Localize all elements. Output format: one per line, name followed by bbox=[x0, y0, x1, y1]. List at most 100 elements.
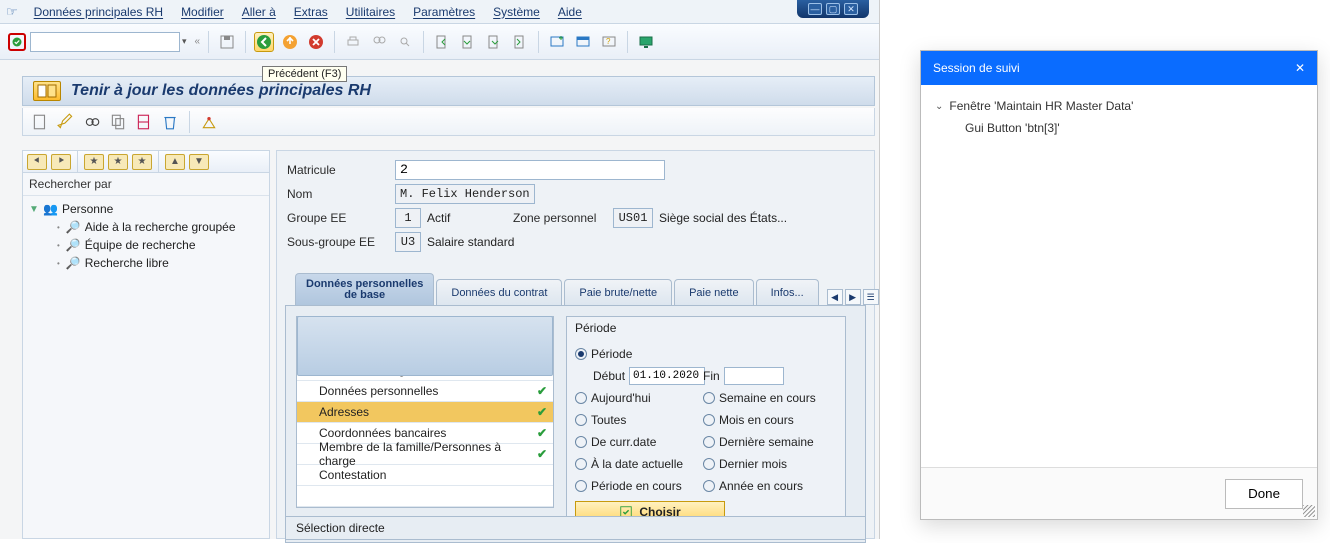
sb-up[interactable]: ▲ bbox=[165, 154, 185, 170]
close-icon[interactable]: ✕ bbox=[1295, 61, 1305, 75]
period-radio[interactable] bbox=[575, 480, 587, 492]
tracker-node[interactable]: ⌄ Fenêtre 'Maintain HR Master Data' bbox=[935, 95, 1303, 117]
find-icon[interactable] bbox=[369, 32, 389, 52]
sb-fav1[interactable]: ★ bbox=[84, 154, 104, 170]
binoculars-icon: 🔎 bbox=[66, 238, 81, 252]
find-next-icon[interactable] bbox=[395, 32, 415, 52]
matricule-input[interactable] bbox=[395, 160, 665, 180]
eesub-code: U3 bbox=[395, 232, 421, 252]
sidebar-toolbar: ⯇ ⯈ ★ ★ ★ ▲ ▼ bbox=[23, 151, 269, 173]
debut-input[interactable] bbox=[629, 367, 705, 385]
eegroup-label: Groupe EE bbox=[287, 211, 395, 225]
menu-item[interactable]: Système bbox=[491, 3, 542, 21]
period-radio[interactable] bbox=[703, 392, 715, 404]
menu-item[interactable]: Aller à bbox=[240, 3, 278, 21]
screen-icon[interactable] bbox=[636, 32, 656, 52]
copy-icon[interactable] bbox=[109, 113, 127, 131]
tab-list[interactable]: ☰ bbox=[863, 289, 879, 305]
tree-item[interactable]: •🔎Aide à la recherche groupée bbox=[29, 218, 263, 236]
name-value: M. Felix Henderson bbox=[395, 184, 535, 204]
table-row[interactable]: Données personnelles✔ bbox=[297, 381, 553, 402]
search-by-label: Rechercher par bbox=[23, 173, 269, 196]
period-radio[interactable] bbox=[575, 392, 587, 404]
sb-fav2[interactable]: ★ bbox=[108, 154, 128, 170]
tree-item[interactable]: •🔎Recherche libre bbox=[29, 254, 263, 272]
tab-basic-personal[interactable]: Données personnelles de base bbox=[295, 273, 434, 305]
overview-icon[interactable] bbox=[200, 113, 218, 131]
prev-page-icon[interactable] bbox=[458, 32, 478, 52]
period-radio[interactable] bbox=[703, 414, 715, 426]
period-radio[interactable] bbox=[575, 458, 587, 470]
tab-net[interactable]: Paie nette bbox=[674, 279, 754, 305]
tab-label: Données personnelles bbox=[306, 279, 423, 290]
collapse-icon[interactable]: ▼ bbox=[29, 204, 39, 215]
cancel-button[interactable] bbox=[306, 32, 326, 52]
delete-icon[interactable] bbox=[161, 113, 179, 131]
period-radio[interactable] bbox=[575, 414, 587, 426]
enter-icon[interactable] bbox=[8, 33, 26, 51]
menu-item[interactable]: Données principales RH bbox=[32, 3, 165, 21]
edit-icon[interactable] bbox=[57, 113, 75, 131]
menu-item[interactable]: Aide bbox=[556, 3, 584, 21]
sb-fav3[interactable]: ★ bbox=[132, 154, 152, 170]
search-sidebar: ⯇ ⯈ ★ ★ ★ ▲ ▼ Rechercher par ▼ 👥 Personn… bbox=[22, 150, 270, 539]
next-page-icon[interactable] bbox=[484, 32, 504, 52]
back-button[interactable] bbox=[254, 32, 274, 52]
tracking-title: Session de suivi bbox=[933, 61, 1020, 75]
chevron-down-icon[interactable]: ⌄ bbox=[935, 101, 943, 112]
maximize-button[interactable]: ▢ bbox=[826, 3, 840, 15]
tab-contract[interactable]: Données du contrat bbox=[436, 279, 562, 305]
tracker-leaf[interactable]: Gui Button 'btn[3]' bbox=[935, 117, 1303, 139]
radio-period[interactable] bbox=[575, 348, 587, 360]
help-icon[interactable]: ? bbox=[599, 32, 619, 52]
tree-root[interactable]: ▼ 👥 Personne bbox=[29, 200, 263, 218]
resize-handle[interactable] bbox=[1303, 505, 1315, 517]
menu-item[interactable]: Paramètres bbox=[411, 3, 477, 21]
tracker-leaf-label: Gui Button 'btn[3]' bbox=[965, 121, 1060, 135]
radio-label: Période bbox=[591, 347, 632, 361]
pa-label: Zone personnel bbox=[513, 211, 613, 225]
print-icon[interactable] bbox=[343, 32, 363, 52]
new-session-icon[interactable] bbox=[547, 32, 567, 52]
pa-text: Siège social des États... bbox=[659, 211, 787, 225]
fin-input[interactable] bbox=[724, 367, 784, 385]
eesub-text: Salaire standard bbox=[427, 235, 514, 249]
period-radio[interactable] bbox=[703, 480, 715, 492]
layout-icon[interactable] bbox=[573, 32, 593, 52]
period-radio[interactable] bbox=[703, 436, 715, 448]
tab-scroll-right[interactable]: ▶ bbox=[845, 289, 861, 305]
sb-nav-fwd[interactable]: ⯈ bbox=[51, 154, 71, 170]
last-page-icon[interactable] bbox=[510, 32, 530, 52]
save-icon[interactable] bbox=[217, 32, 237, 52]
done-button[interactable]: Done bbox=[1225, 479, 1303, 509]
period-radio[interactable] bbox=[575, 436, 587, 448]
first-page-icon[interactable] bbox=[432, 32, 452, 52]
table-row[interactable]: Membre de la famille/Personnes à charge✔ bbox=[297, 444, 553, 465]
minimize-button[interactable]: — bbox=[808, 3, 822, 15]
delimit-icon[interactable] bbox=[135, 113, 153, 131]
create-icon[interactable] bbox=[31, 113, 49, 131]
window-controls: — ▢ ✕ bbox=[797, 0, 869, 18]
sb-down[interactable]: ▼ bbox=[189, 154, 209, 170]
page-title-bar: Tenir à jour les données principales RH bbox=[22, 76, 875, 106]
tab-more[interactable]: Infos... bbox=[756, 279, 819, 305]
okcode-input[interactable] bbox=[30, 32, 180, 52]
menu-item[interactable]: Utilitaires bbox=[344, 3, 397, 21]
tree-item[interactable]: •🔎Équipe de recherche bbox=[29, 236, 263, 254]
close-button[interactable]: ✕ bbox=[844, 3, 858, 15]
app-toolbar bbox=[22, 108, 875, 136]
period-title: Période bbox=[567, 317, 845, 339]
period-radio[interactable] bbox=[703, 458, 715, 470]
table-row[interactable]: Contestation bbox=[297, 465, 553, 486]
table-row[interactable]: Adresses✔ bbox=[297, 402, 553, 423]
sb-nav-back[interactable]: ⯇ bbox=[27, 154, 47, 170]
menu-item[interactable]: Modifier bbox=[179, 3, 226, 21]
tab-scroll-left[interactable]: ◀ bbox=[827, 289, 843, 305]
dropdown-icon[interactable]: ▾ bbox=[182, 36, 187, 47]
main-area: Matricule Nom M. Felix Henderson Groupe … bbox=[276, 150, 875, 539]
exit-button[interactable] bbox=[280, 32, 300, 52]
display-icon[interactable] bbox=[83, 113, 101, 131]
history-back-icon[interactable]: « bbox=[195, 36, 201, 47]
menu-item[interactable]: Extras bbox=[292, 3, 330, 21]
tab-gross-net[interactable]: Paie brute/nette bbox=[564, 279, 672, 305]
